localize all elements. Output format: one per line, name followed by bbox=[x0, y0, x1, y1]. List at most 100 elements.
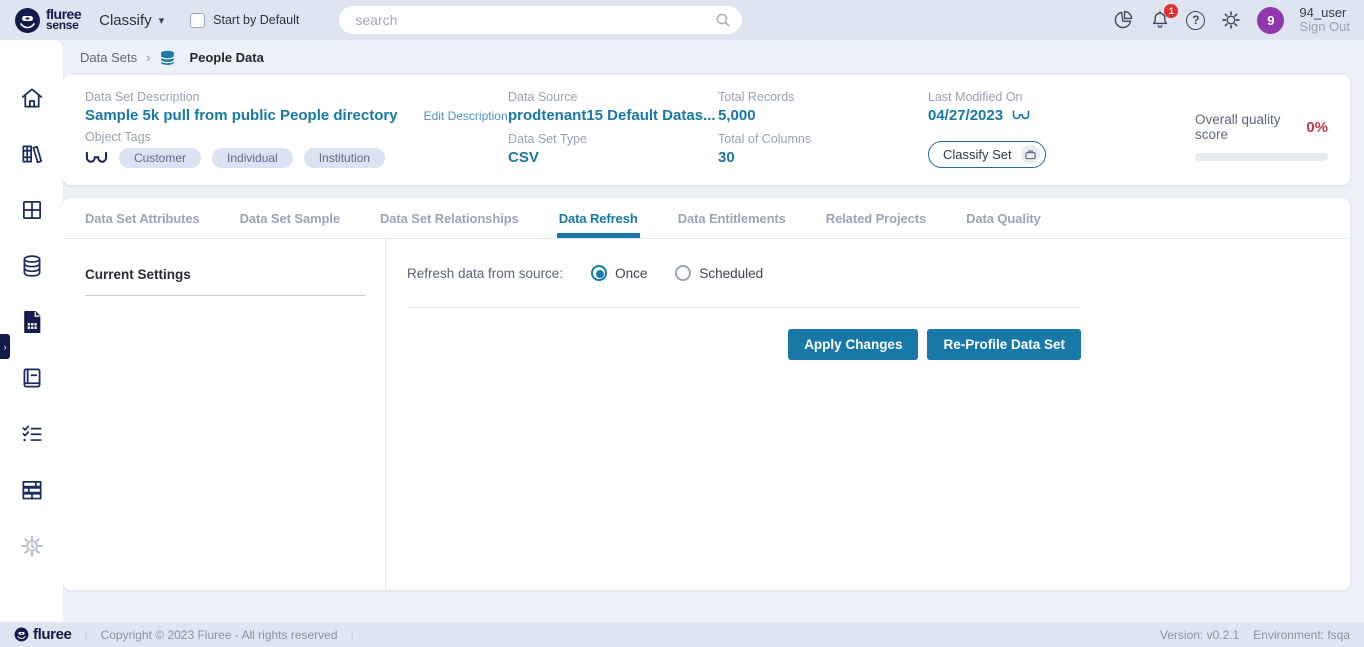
quality-score-label: Overall quality score bbox=[1195, 112, 1306, 142]
top-right-tools: 1 ? 9 94_user Sign Out bbox=[1112, 6, 1350, 34]
edit-description-link[interactable]: Edit Description bbox=[424, 109, 508, 123]
apply-changes-button[interactable]: Apply Changes bbox=[788, 329, 918, 360]
radio-option-once[interactable]: Once bbox=[591, 265, 647, 281]
library-books-icon bbox=[19, 141, 45, 167]
start-by-default-checkbox[interactable] bbox=[190, 13, 205, 28]
top-bar: fluree sense Classify ▾ Start by Default bbox=[0, 0, 1364, 40]
tab-bar: Data Set Attributes Data Set Sample Data… bbox=[63, 198, 1350, 239]
current-settings-title: Current Settings bbox=[85, 267, 363, 282]
tag-individual: Individual bbox=[212, 148, 293, 168]
chevron-right-icon: › bbox=[146, 50, 150, 65]
tab-data-refresh[interactable]: Data Refresh bbox=[559, 198, 638, 238]
scheduler-gear-icon bbox=[19, 533, 45, 559]
chevron-down-icon: ▾ bbox=[159, 14, 165, 27]
breadcrumb-data-sets[interactable]: Data Sets bbox=[80, 50, 137, 65]
tag-institution: Institution bbox=[304, 148, 385, 168]
footer-logo-text: fluree bbox=[33, 626, 71, 643]
tag-customer: Customer bbox=[119, 148, 201, 168]
footer-fluree-logo: fluree bbox=[14, 626, 71, 643]
total-columns-label: Total of Columns bbox=[718, 132, 928, 146]
total-records-label: Total Records bbox=[718, 90, 928, 104]
home-icon bbox=[19, 85, 45, 111]
sidebar-item-scheduler[interactable] bbox=[0, 518, 63, 574]
classify-menu[interactable]: Classify ▾ bbox=[99, 12, 164, 29]
description-label: Data Set Description bbox=[85, 90, 508, 104]
footer-environment: Environment: fsqa bbox=[1253, 628, 1350, 642]
data-file-icon bbox=[19, 309, 45, 335]
glasses-icon[interactable] bbox=[85, 151, 108, 165]
data-set-type-value: CSV bbox=[508, 149, 718, 166]
tab-data-entitlements[interactable]: Data Entitlements bbox=[678, 198, 786, 238]
data-set-type-label: Data Set Type bbox=[508, 132, 718, 146]
tab-data-set-relationships[interactable]: Data Set Relationships bbox=[380, 198, 519, 238]
checklist-icon bbox=[19, 421, 45, 447]
quality-progress-bar bbox=[1195, 153, 1328, 161]
refresh-source-label: Refresh data from source: bbox=[407, 266, 563, 281]
sidebar-active-indicator: › bbox=[0, 334, 10, 359]
sidebar-item-library[interactable] bbox=[0, 126, 63, 182]
help-icon[interactable]: ? bbox=[1186, 11, 1205, 30]
journal-book-icon bbox=[19, 365, 45, 391]
fluree-logo-icon bbox=[14, 7, 41, 34]
current-settings-panel: Current Settings bbox=[63, 239, 386, 590]
pie-chart-icon[interactable] bbox=[1112, 9, 1134, 31]
grid-icon bbox=[19, 197, 45, 223]
user-avatar[interactable]: 9 bbox=[1257, 7, 1284, 34]
tab-data-quality[interactable]: Data Quality bbox=[966, 198, 1041, 238]
dataset-summary-card: Data Set Description Sample 5k pull from… bbox=[63, 75, 1350, 185]
left-sidebar bbox=[0, 40, 63, 622]
settings-gear-icon[interactable] bbox=[1220, 9, 1242, 31]
glasses-icon[interactable] bbox=[1012, 110, 1030, 121]
tab-data-set-attributes[interactable]: Data Set Attributes bbox=[85, 198, 200, 238]
fluree-logo-icon bbox=[14, 627, 29, 642]
last-modified-value: 04/27/2023 bbox=[928, 107, 1003, 124]
sidebar-item-home[interactable] bbox=[0, 70, 63, 126]
start-by-default-label: Start by Default bbox=[213, 13, 299, 27]
classify-set-label: Classify Set bbox=[943, 147, 1012, 162]
footer: fluree | Copyright © 2023 Fluree - All r… bbox=[0, 622, 1364, 647]
radio-scheduled-label: Scheduled bbox=[699, 266, 763, 281]
total-records-value: 5,000 bbox=[718, 107, 928, 124]
sidebar-item-database[interactable] bbox=[0, 238, 63, 294]
reprofile-dataset-button[interactable]: Re-Profile Data Set bbox=[927, 329, 1081, 360]
notifications-bell-icon[interactable]: 1 bbox=[1149, 9, 1171, 31]
breadcrumb-current: People Data bbox=[189, 50, 263, 65]
fluree-sense-logo[interactable]: fluree sense bbox=[14, 7, 81, 34]
radio-option-scheduled[interactable]: Scheduled bbox=[675, 265, 763, 281]
sidebar-item-journal[interactable] bbox=[0, 350, 63, 406]
sidebar-item-storage[interactable] bbox=[0, 462, 63, 518]
start-by-default-control: Start by Default bbox=[190, 13, 299, 28]
classify-set-button[interactable]: Classify Set bbox=[928, 141, 1046, 168]
form-divider bbox=[407, 307, 1081, 308]
radio-once-label: Once bbox=[615, 266, 647, 281]
footer-divider: | bbox=[351, 628, 354, 642]
tab-related-projects[interactable]: Related Projects bbox=[826, 198, 926, 238]
sidebar-item-checklist[interactable] bbox=[0, 406, 63, 462]
footer-version: Version: v0.2.1 bbox=[1160, 628, 1239, 642]
logo-line2: sense bbox=[46, 20, 81, 31]
breadcrumb: Data Sets › People Data bbox=[63, 40, 264, 75]
dataset-detail-card: Data Set Attributes Data Set Sample Data… bbox=[63, 198, 1350, 590]
briefcase-icon bbox=[1021, 145, 1040, 164]
data-source-value: prodtenant15 Default Datas... bbox=[508, 107, 718, 124]
username: 94_user bbox=[1299, 6, 1350, 20]
sign-out-link[interactable]: Sign Out bbox=[1299, 20, 1350, 34]
radio-once-input[interactable] bbox=[591, 265, 607, 281]
panel-divider bbox=[85, 295, 365, 296]
search-input[interactable] bbox=[339, 6, 742, 34]
notification-badge: 1 bbox=[1164, 4, 1178, 18]
last-modified-label: Last Modified On bbox=[928, 90, 1143, 104]
radio-scheduled-input[interactable] bbox=[675, 265, 691, 281]
tab-data-set-sample[interactable]: Data Set Sample bbox=[240, 198, 340, 238]
object-tags-label: Object Tags bbox=[85, 130, 508, 144]
storage-bricks-icon bbox=[19, 477, 45, 503]
search-icon bbox=[715, 12, 731, 28]
database-icon bbox=[19, 253, 45, 279]
data-refresh-form: Refresh data from source: Once Scheduled bbox=[386, 239, 1350, 590]
footer-copyright: Copyright © 2023 Fluree - All rights res… bbox=[101, 628, 338, 642]
sidebar-item-data-grid[interactable] bbox=[0, 182, 63, 238]
data-source-label: Data Source bbox=[508, 90, 718, 104]
search-bar bbox=[339, 6, 742, 34]
dataset-database-icon bbox=[159, 50, 176, 66]
footer-divider: | bbox=[84, 628, 87, 642]
